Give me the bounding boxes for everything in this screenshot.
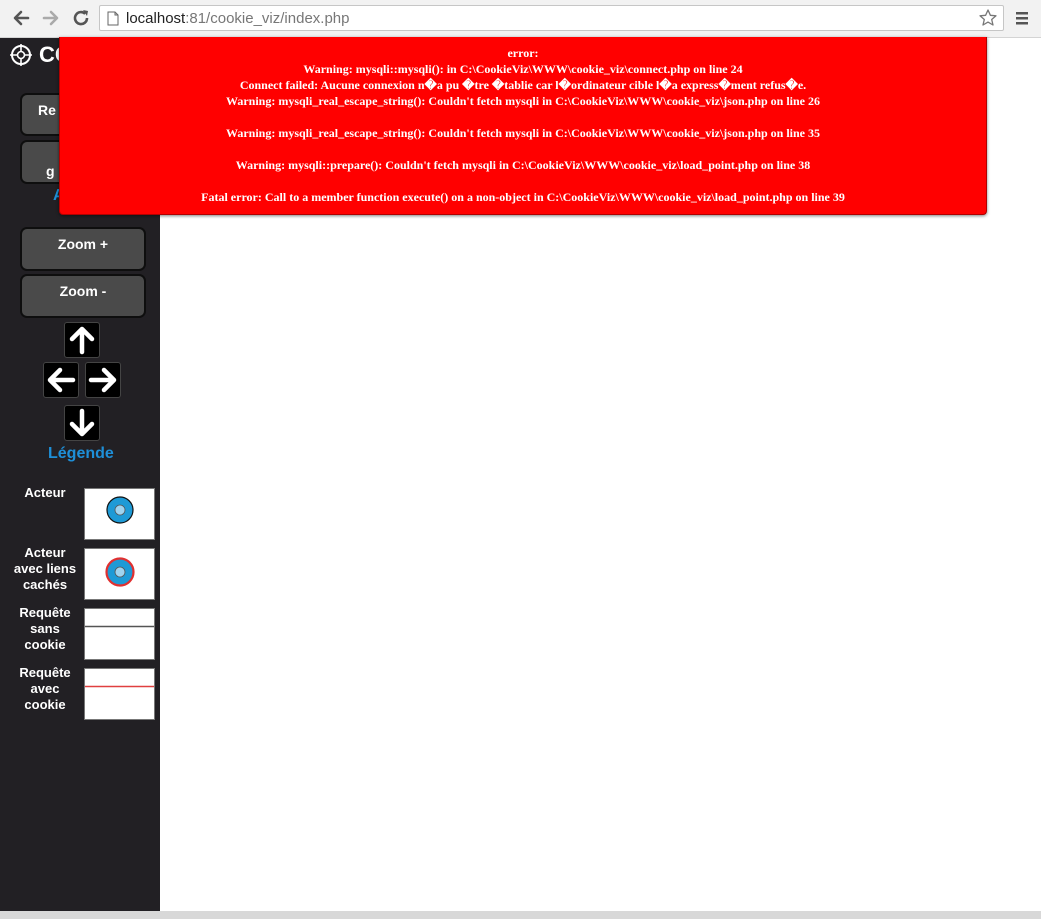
error-line-3: Warning: mysqli_real_escape_string(): Co… — [225, 94, 821, 108]
error-line-6: Fatal error: Call to a member function e… — [201, 190, 845, 204]
address-bar[interactable]: localhost:81/cookie_viz/index.php — [99, 5, 1004, 31]
globe-icon — [114, 566, 126, 578]
url-text[interactable]: localhost:81/cookie_viz/index.php — [126, 10, 349, 27]
back-arrow-icon[interactable] — [10, 7, 32, 29]
browser-toolbar: localhost:81/cookie_viz/index.php — [0, 0, 1041, 38]
legend-swatch-actor — [84, 488, 155, 540]
forward-arrow-icon[interactable] — [40, 7, 62, 29]
arrow-down-icon — [69, 408, 95, 437]
legend-label-request-with-cookie: Requête avec cookie — [19, 665, 71, 712]
legend-label-actor: Acteur — [24, 485, 66, 500]
zoom-out-button[interactable]: Zoom - — [20, 274, 146, 318]
hamburger-menu-icon[interactable] — [1014, 9, 1030, 27]
error-title: error: — [507, 46, 539, 60]
window-bottom-edge — [0, 911, 1041, 919]
error-popup: error: Warning: mysqli::mysqli(): in C:\… — [59, 37, 987, 215]
pan-down-button[interactable] — [64, 405, 100, 441]
legend-swatch-actor-hidden-links — [84, 548, 155, 600]
sidebar-button-2-label: g — [46, 163, 55, 179]
error-line-2: Connect failed: Aucune connexion n�a pu … — [239, 78, 807, 92]
globe-icon — [114, 504, 126, 516]
legend-label-actor-hidden-links: Acteur avec liens cachés — [13, 545, 77, 592]
reload-icon[interactable] — [70, 7, 92, 29]
error-line-4: Warning: mysqli_real_escape_string(): Co… — [225, 126, 821, 140]
pan-left-button[interactable] — [43, 362, 79, 398]
legend-swatch-request-with-cookie — [84, 668, 155, 720]
arrow-left-icon — [47, 367, 76, 393]
zoom-out-label: Zoom - — [59, 283, 107, 299]
pan-up-button[interactable] — [64, 322, 100, 358]
pan-right-button[interactable] — [85, 362, 121, 398]
legend-title: Légende — [48, 445, 114, 462]
crosshair-logo-icon — [10, 44, 32, 66]
legend-swatch-request-no-cookie — [84, 608, 155, 660]
zoom-in-label: Zoom + — [57, 236, 109, 252]
error-line-1: Warning: mysqli::mysqli(): in C:\CookieV… — [303, 62, 743, 76]
zoom-in-button[interactable]: Zoom + — [20, 227, 146, 271]
arrow-right-icon — [88, 367, 117, 393]
app-logo-text: CO — [39, 42, 59, 67]
legend-label-request-no-cookie: Requête sans cookie — [19, 605, 71, 652]
bookmark-star-icon[interactable] — [978, 8, 998, 28]
arrow-up-icon — [69, 326, 95, 355]
error-line-5: Warning: mysqli::prepare(): Couldn't fet… — [235, 158, 811, 172]
page-icon — [107, 11, 119, 26]
